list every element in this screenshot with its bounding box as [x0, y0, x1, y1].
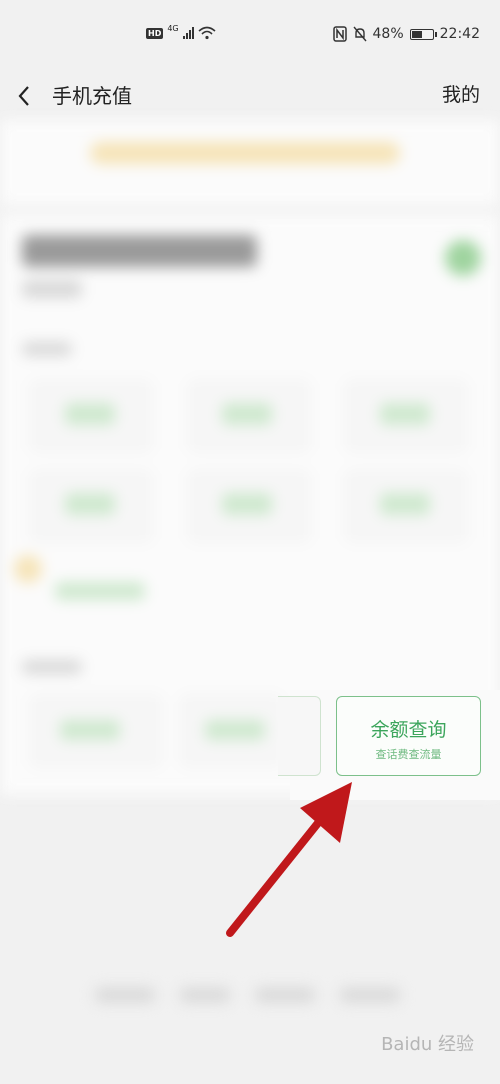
blurred-content	[0, 120, 500, 1084]
battery-percent: 48%	[372, 26, 404, 42]
service-text	[60, 720, 120, 740]
amount-text	[380, 403, 430, 425]
balance-query-title: 余额查询	[370, 719, 447, 741]
service-text	[205, 720, 265, 740]
coupon-text	[55, 582, 145, 600]
section-label	[22, 342, 72, 356]
network-type: 4G	[167, 23, 179, 33]
wifi-icon	[198, 26, 216, 40]
amount-text	[380, 493, 430, 515]
battery-icon	[409, 28, 437, 40]
back-button[interactable]	[12, 78, 42, 114]
footer-link	[180, 988, 230, 1002]
amount-text	[222, 403, 272, 425]
baidu-watermark: Baidu 经验	[381, 1034, 474, 1055]
adjacent-tile-edge	[278, 696, 321, 776]
clock: 22:42	[439, 26, 480, 42]
balance-query-subtitle: 查话费查流量	[375, 748, 442, 761]
footer-link	[255, 988, 315, 1002]
status-right: 48% 22:42	[332, 26, 480, 42]
notice-banner	[90, 142, 400, 164]
amount-text	[65, 403, 115, 425]
footer-link	[340, 988, 400, 1002]
coupon-icon	[14, 555, 42, 583]
title-bar: 手机充值 我的	[0, 72, 500, 120]
hd-badge: HD	[146, 27, 164, 39]
amount-text	[222, 493, 272, 515]
footer-link	[95, 988, 155, 1002]
balance-query-button[interactable]: 余额查询 查话费查流量	[336, 696, 481, 776]
status-bar: HD 4G 48% 22:42	[0, 0, 500, 72]
status-left: HD 4G	[146, 23, 216, 40]
signal-icon	[182, 27, 194, 39]
mute-bell-icon	[352, 26, 367, 42]
chevron-left-icon	[18, 86, 29, 106]
nfc-icon	[332, 26, 347, 42]
contacts-icon	[445, 240, 481, 276]
phone-number-field	[22, 235, 257, 267]
amount-text	[65, 493, 115, 515]
mine-link[interactable]: 我的	[442, 80, 480, 107]
section-label	[22, 660, 82, 674]
carrier-label	[22, 280, 82, 298]
page-title: 手机充值	[52, 84, 132, 108]
